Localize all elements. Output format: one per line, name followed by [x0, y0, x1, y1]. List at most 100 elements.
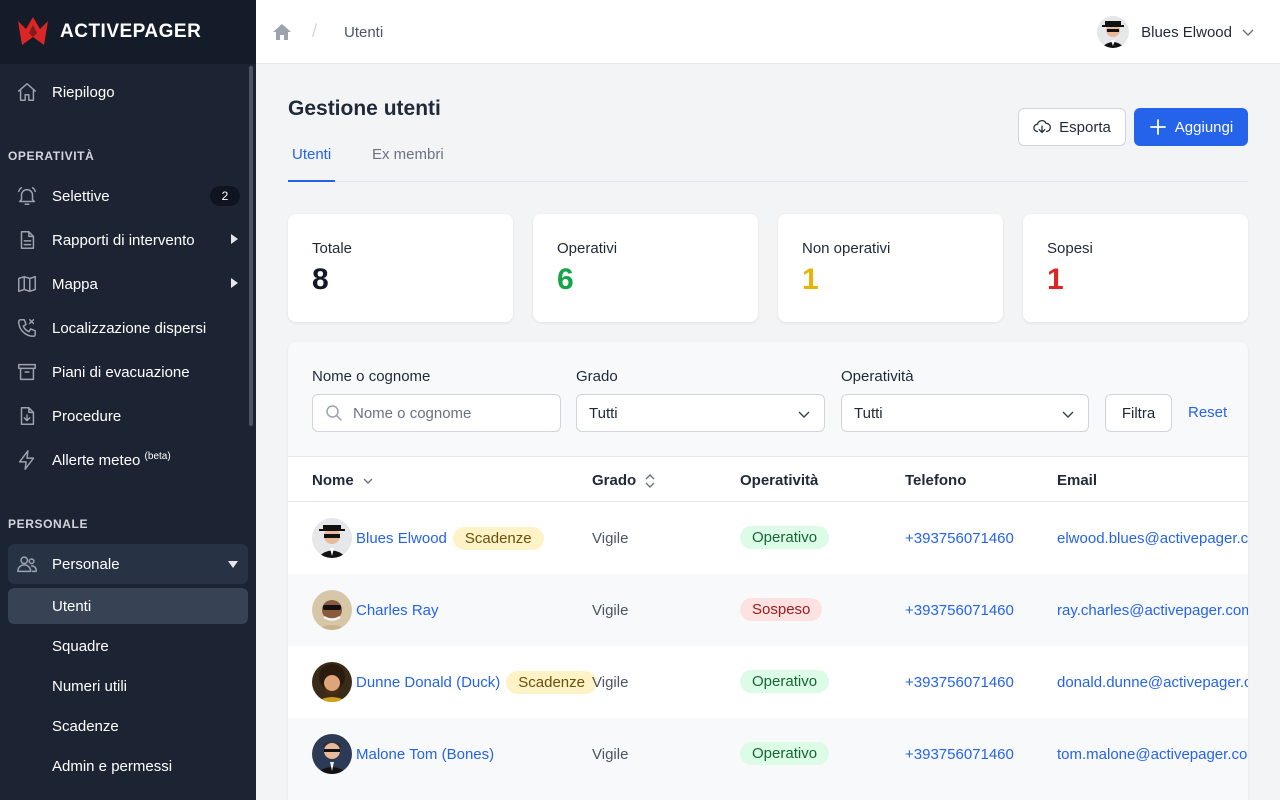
sidebar-item-mappa[interactable]: Mappa	[8, 264, 248, 304]
sidebar: ACTIVEPAGER Riepilogo OPERATIVITÀ Selett…	[0, 0, 256, 800]
reset-button[interactable]: Reset	[1188, 404, 1227, 421]
email-link[interactable]: tom.malone@activepager.com	[1057, 746, 1248, 763]
grade-cell: Vigile	[592, 674, 629, 691]
page-title: Gestione utenti	[288, 97, 441, 120]
status-badge: Operativo	[740, 742, 830, 765]
export-label: Esporta	[1059, 118, 1111, 136]
brand-header[interactable]: ACTIVEPAGER	[0, 0, 256, 64]
user-avatar	[1097, 16, 1130, 48]
breadcrumb-separator: /	[312, 21, 318, 41]
operativita-filter-label: Operatività	[841, 368, 914, 385]
user-avatar	[312, 590, 352, 630]
grade-filter-label: Grado	[576, 368, 618, 385]
home-breadcrumb-icon[interactable]	[272, 22, 292, 42]
selettive-count-badge: 2	[210, 186, 240, 206]
sidebar-item-label: Rapporti di intervento	[52, 231, 195, 249]
name-cell: Malone Tom (Bones)	[312, 734, 494, 774]
column-header-grado[interactable]: Grado	[592, 472, 656, 489]
sidebar-item-label: Localizzazione dispersi	[52, 319, 207, 337]
user-name-link[interactable]: Dunne Donald (Duck)	[356, 674, 500, 691]
lightning-icon	[16, 449, 38, 471]
plus-icon	[1149, 119, 1166, 135]
stat-label: Totale	[312, 240, 353, 257]
sidebar-item-label: Piani di evacuazione	[52, 363, 190, 381]
stat-card-sospesi: Sopesi 1	[1023, 214, 1248, 322]
table-row[interactable]: Blues Elwood Scadenze Vigile Operativo +…	[288, 502, 1248, 574]
tab-utenti[interactable]: Utenti	[288, 146, 336, 182]
stat-value: 6	[557, 263, 574, 296]
sidebar-sub-squadre[interactable]: Squadre	[8, 628, 248, 664]
email-link[interactable]: ray.charles@activepager.com	[1057, 602, 1248, 619]
users-panel: Nome o cognome Grado Tutti Operatività T…	[288, 342, 1248, 800]
stat-value: 8	[312, 263, 329, 296]
sidebar-item-localizzazione[interactable]: Localizzazione dispersi	[8, 308, 248, 348]
top-bar: / Utenti Blues Elwood	[256, 0, 1280, 64]
user-name-link[interactable]: Charles Ray	[356, 602, 439, 619]
tab-ex-membri[interactable]: Ex membri	[368, 146, 448, 182]
add-label: Aggiungi	[1174, 118, 1234, 136]
sidebar-item-allerte-meteo[interactable]: Allerte meteo (beta)	[8, 440, 248, 480]
sidebar-sub-scadenze[interactable]: Scadenze	[8, 708, 248, 744]
phone-link[interactable]: +393756071460	[905, 530, 1014, 547]
collapse-arrow-icon	[228, 561, 238, 568]
document-icon	[16, 229, 38, 251]
column-header-email: Email	[1057, 472, 1098, 489]
email-link[interactable]: elwood.blues@activepager.com	[1057, 530, 1248, 547]
chevron-down-icon	[1242, 29, 1254, 36]
column-header-telefono: Telefono	[905, 472, 967, 489]
status-badge: Sospeso	[740, 598, 823, 621]
stat-value: 1	[1047, 263, 1064, 296]
section-personale: PERSONALE	[8, 517, 89, 531]
phone-call-icon	[16, 317, 38, 339]
user-name-link[interactable]: Blues Elwood	[356, 530, 447, 547]
table-row[interactable]: Malone Tom (Bones) Vigile Operativo +393…	[288, 718, 1248, 790]
stat-card-operativi: Operativi 6	[533, 214, 758, 322]
status-badge: Operativo	[740, 526, 830, 549]
table-row[interactable]: Dunne Donald (Duck) Scadenze Vigile Oper…	[288, 646, 1248, 718]
sort-down-icon	[363, 478, 373, 484]
home-icon	[16, 81, 38, 103]
section-operativita: OPERATIVITÀ	[8, 149, 95, 163]
email-link[interactable]: donald.dunne@activepager.com	[1057, 674, 1248, 691]
user-menu[interactable]: Blues Elwood	[1097, 14, 1254, 50]
sidebar-item-personale[interactable]: Personale	[8, 544, 248, 584]
sidebar-item-selettive[interactable]: Selettive 2	[8, 176, 248, 216]
grade-select[interactable]: Tutti	[576, 394, 825, 432]
operativita-select[interactable]: Tutti	[841, 394, 1089, 432]
sort-updown-icon	[645, 473, 655, 488]
user-name-link[interactable]: Malone Tom (Bones)	[356, 746, 494, 763]
grade-select-value: Tutti	[589, 404, 618, 422]
map-icon	[16, 273, 38, 295]
breadcrumb-current: Utenti	[344, 24, 384, 41]
sidebar-sub-admin-permessi[interactable]: Admin e permessi	[8, 748, 248, 784]
beta-label: (beta)	[144, 451, 171, 462]
sidebar-item-rapporti[interactable]: Rapporti di intervento	[8, 220, 248, 260]
name-cell: Blues Elwood Scadenze	[312, 518, 544, 558]
phone-link[interactable]: +393756071460	[905, 602, 1014, 619]
sidebar-item-riepilogo[interactable]: Riepilogo	[8, 72, 248, 112]
phone-link[interactable]: +393756071460	[905, 746, 1014, 763]
table-row[interactable]: Charles Ray Vigile Sospeso +393756071460…	[288, 574, 1248, 646]
name-filter-label: Nome o cognome	[312, 368, 431, 385]
stat-card-totale: Totale 8	[288, 214, 513, 322]
search-input[interactable]	[353, 404, 533, 422]
sidebar-item-procedure[interactable]: Procedure	[8, 396, 248, 436]
grade-cell: Vigile	[592, 602, 629, 619]
sidebar-sub-numeri-utili[interactable]: Numeri utili	[8, 668, 248, 704]
user-avatar	[312, 662, 352, 702]
scadenze-badge: Scadenze	[452, 526, 544, 550]
archive-icon	[16, 361, 38, 383]
column-header-nome[interactable]: Nome	[312, 472, 374, 489]
phone-link[interactable]: +393756071460	[905, 674, 1014, 691]
filter-button[interactable]: Filtra	[1105, 394, 1172, 432]
brand-name: ACTIVEPAGER	[60, 21, 202, 42]
sidebar-item-label: Personale	[52, 555, 120, 573]
name-search-field[interactable]	[312, 394, 561, 432]
sidebar-item-piani-evacuazione[interactable]: Piani di evacuazione	[8, 352, 248, 392]
sidebar-scrollbar[interactable]	[249, 66, 253, 426]
chevron-down-icon	[798, 411, 810, 418]
sidebar-sub-utenti[interactable]: Utenti	[8, 588, 248, 624]
activepager-logo-icon	[18, 17, 48, 45]
add-button[interactable]: Aggiungi	[1134, 108, 1248, 146]
export-button[interactable]: Esporta	[1018, 108, 1126, 146]
